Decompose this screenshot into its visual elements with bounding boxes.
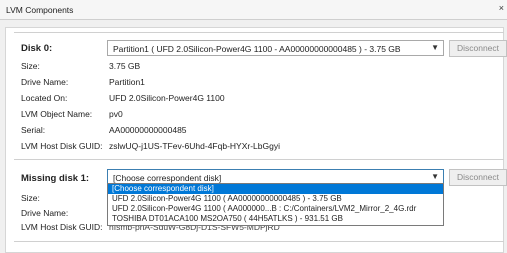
divider-top [14, 32, 504, 33]
missing-disk1-dropdown-list: [Choose correspondent disk] UFD 2.0Silic… [107, 183, 444, 226]
missing-disk1-heading: Missing disk 1: [21, 173, 90, 184]
chevron-down-icon: ▼ [431, 172, 439, 181]
divider-middle [14, 159, 504, 160]
disk0-lvm-object-name-label: LVM Object Name: [21, 109, 93, 119]
window-titlebar: LVM Components × [0, 0, 507, 20]
disk0-partition-select[interactable]: Partition1 ( UFD 2.0Silicon-Power4G 1100… [107, 40, 444, 56]
disk0-size-label: Size: [21, 61, 40, 71]
disk0-drive-name-label: Drive Name: [21, 77, 69, 87]
disk0-serial-value: AA00000000000485 [109, 125, 187, 135]
close-icon[interactable]: × [499, 3, 504, 13]
disk0-lvm-object-name-value: pv0 [109, 109, 123, 119]
missing-disk1-drive-name-label: Drive Name: [21, 208, 69, 218]
dropdown-option[interactable]: UFD 2.0Silicon-Power4G 1100 ( AA000000..… [108, 204, 443, 214]
missing-disk1-host-guid-label: LVM Host Disk GUID: [21, 222, 103, 232]
missing-disk1-select-value: [Choose correspondent disk] [113, 173, 222, 183]
disk0-drive-name-value: Partition1 [109, 77, 145, 87]
missing-disk1-size-label: Size: [21, 193, 40, 203]
dropdown-option[interactable]: UFD 2.0Silicon-Power4G 1100 ( AA00000000… [108, 194, 443, 204]
disk0-size-value: 3.75 GB [109, 61, 141, 71]
divider-bottom [14, 241, 504, 242]
disk0-heading: Disk 0: [21, 43, 53, 54]
window-title: LVM Components [6, 5, 74, 15]
missing-disk1-disconnect-button[interactable]: Disconnect [449, 169, 507, 186]
chevron-down-icon: ▼ [431, 43, 439, 52]
disk0-partition-select-value: Partition1 ( UFD 2.0Silicon-Power4G 1100… [113, 44, 401, 54]
disk0-disconnect-button[interactable]: Disconnect [449, 40, 507, 57]
dropdown-option[interactable]: TOSHIBA DT01ACA100 MS2OA750 ( 44H5ATLKS … [108, 214, 443, 224]
disk0-located-on-label: Located On: [21, 93, 68, 103]
disk0-host-guid-value: zslwUQ-j1US-TFev-6Uhd-4Fqb-HYXr-LbGgyi [109, 141, 280, 151]
lvm-components-panel: Disk 0: Partition1 ( UFD 2.0Silicon-Powe… [5, 27, 507, 253]
disk0-host-guid-label: LVM Host Disk GUID: [21, 141, 103, 151]
dropdown-option[interactable]: [Choose correspondent disk] [108, 184, 443, 194]
disk0-located-on-value: UFD 2.0Silicon-Power4G 1100 [109, 93, 225, 103]
disk0-serial-label: Serial: [21, 125, 46, 135]
